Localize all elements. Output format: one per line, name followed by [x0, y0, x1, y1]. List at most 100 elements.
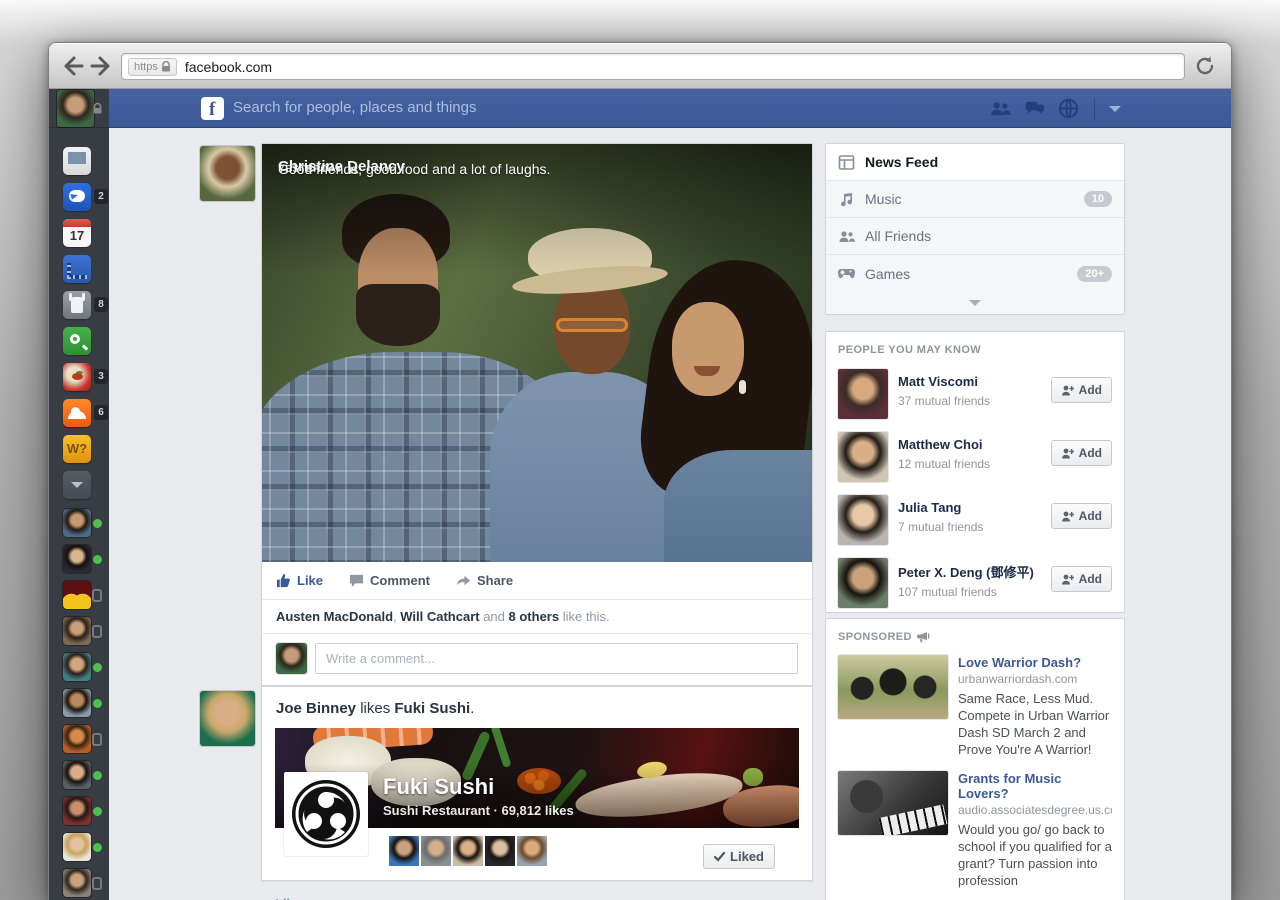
suggested-friend-avatar[interactable] — [838, 369, 888, 419]
sidebar-app-words[interactable]: W? — [49, 433, 109, 469]
sidebar-app-search[interactable] — [49, 325, 109, 361]
sidebar-app-music[interactable]: 8 — [49, 289, 109, 325]
sidebar-profile[interactable] — [49, 89, 109, 128]
ad-body: Would you go/ go back to school if you q… — [958, 821, 1112, 890]
page-friend-avatars — [389, 836, 547, 866]
contact-item[interactable] — [49, 866, 109, 900]
comment-input[interactable] — [315, 643, 798, 674]
suggested-friend-avatar[interactable] — [838, 432, 888, 482]
liker-name[interactable]: Will Cathcart — [400, 609, 479, 624]
search-icon — [63, 327, 91, 355]
friend-avatar[interactable] — [485, 836, 515, 866]
suggested-friend-name[interactable]: Peter X. Deng (鄧修平) — [898, 565, 1034, 580]
sidebar-app-events[interactable] — [49, 253, 109, 289]
facebook-logo[interactable]: f — [201, 97, 224, 120]
sponsored-card: SPONSORED Love Warrior Dash? urbanwarrio… — [825, 618, 1125, 900]
ad-title[interactable]: Love Warrior Dash? — [958, 655, 1112, 670]
ad-image[interactable] — [838, 655, 948, 719]
contact-item[interactable] — [49, 506, 109, 542]
add-friend-button[interactable]: Add — [1051, 440, 1112, 466]
sidebar-app-calendar[interactable]: 17 — [49, 217, 109, 253]
add-friend-button[interactable]: Add — [1051, 377, 1112, 403]
like-button[interactable]: Like — [276, 573, 323, 588]
contact-avatar — [63, 761, 91, 789]
messages-icon[interactable] — [1023, 97, 1046, 120]
friend-avatar[interactable] — [389, 836, 419, 866]
browser-window: https facebook.com 2 17 8 3 6 — [48, 42, 1232, 900]
contact-item[interactable] — [49, 686, 109, 722]
suggested-friend-avatar[interactable] — [838, 558, 888, 608]
suggested-friend-name[interactable]: Matthew Choi — [898, 437, 983, 452]
contact-item[interactable] — [49, 542, 109, 578]
share-button[interactable]: Share — [456, 573, 513, 588]
online-dot-icon — [93, 663, 102, 672]
search-input[interactable]: Search for people, places and things — [233, 99, 477, 116]
contact-avatar — [63, 509, 91, 537]
friend-avatar[interactable] — [453, 836, 483, 866]
nav-expand-button[interactable] — [826, 292, 1124, 314]
post-author-avatar[interactable] — [200, 146, 255, 201]
contact-item[interactable] — [49, 830, 109, 866]
sponsored-ad[interactable]: Grants for Music Lovers? audio.associate… — [838, 771, 1112, 890]
url-text: facebook.com — [185, 59, 272, 75]
nav-item-games[interactable]: Games 20+ — [826, 255, 1124, 292]
post-photo[interactable]: Christine Delancy Good friends, good foo… — [262, 144, 812, 562]
liker-name[interactable]: Austen MacDonald — [276, 609, 393, 624]
reload-button[interactable] — [1193, 54, 1217, 78]
https-badge: https — [128, 58, 177, 76]
app-dock: 2 17 8 3 6 W? — [49, 128, 109, 505]
forward-button[interactable] — [89, 54, 113, 78]
friend-avatar[interactable] — [421, 836, 451, 866]
sponsored-title: SPONSORED — [838, 631, 1112, 643]
comment-button[interactable]: Comment — [349, 573, 430, 588]
like-link-cropped[interactable]: Like — [275, 896, 301, 900]
friend-requests-icon[interactable] — [989, 97, 1012, 120]
mobile-icon — [92, 733, 102, 746]
games-count-badge: 20+ — [1077, 266, 1112, 282]
nav-item-news-feed[interactable]: News Feed — [826, 144, 1124, 181]
contact-item[interactable] — [49, 614, 109, 650]
sidebar-app-messenger[interactable]: 2 — [49, 181, 109, 217]
sidebar-app-more[interactable] — [49, 469, 109, 505]
liked-button[interactable]: Liked — [703, 844, 775, 869]
address-bar[interactable]: https facebook.com — [121, 53, 1185, 80]
contact-item[interactable] — [49, 758, 109, 794]
pymk-row: Julia Tang7 mutual friends Add — [838, 495, 1112, 545]
nav-item-music[interactable]: Music 10 — [826, 181, 1124, 218]
suggested-friend-name[interactable]: Julia Tang — [898, 500, 961, 515]
pymk-row: Peter X. Deng (鄧修平)107 mutual friends Ad… — [838, 558, 1112, 608]
post-author-avatar[interactable] — [200, 691, 255, 746]
online-dot-icon — [93, 699, 102, 708]
events-icon — [63, 255, 91, 283]
page-preview: Fuki Sushi Sushi Restaurant · 69,812 lik… — [275, 728, 799, 880]
contact-avatar — [63, 581, 91, 609]
add-friend-button[interactable]: Add — [1051, 566, 1112, 592]
nav-item-all-friends[interactable]: All Friends — [826, 218, 1124, 255]
back-button[interactable] — [61, 54, 85, 78]
user-avatar[interactable] — [57, 90, 94, 127]
ad-image[interactable] — [838, 771, 948, 835]
notifications-globe-icon[interactable] — [1057, 97, 1080, 120]
contact-item[interactable] — [49, 794, 109, 830]
contact-item[interactable] — [49, 722, 109, 758]
other-likers[interactable]: 8 others — [509, 609, 560, 624]
soundcloud-icon — [63, 399, 91, 427]
actor-name[interactable]: Joe Binney — [276, 700, 356, 717]
sidebar-app-soundcloud[interactable]: 6 — [49, 397, 109, 433]
page-link[interactable]: Fuki Sushi — [394, 700, 470, 717]
add-friend-button[interactable]: Add — [1051, 503, 1112, 529]
page-name[interactable]: Fuki Sushi — [383, 774, 574, 800]
suggested-friend-avatar[interactable] — [838, 495, 888, 545]
sponsored-ad[interactable]: Love Warrior Dash? urbanwarriordash.com … — [838, 655, 1112, 759]
friend-avatar[interactable] — [517, 836, 547, 866]
contact-avatar — [63, 725, 91, 753]
account-menu-caret-icon[interactable] — [1109, 106, 1121, 112]
contact-item[interactable] — [49, 578, 109, 614]
contact-item[interactable] — [49, 650, 109, 686]
page-profile-logo[interactable] — [284, 772, 368, 856]
ad-title[interactable]: Grants for Music Lovers? — [958, 771, 1112, 801]
ad-url: urbanwarriordash.com — [958, 672, 1112, 686]
sidebar-app-newsfeed[interactable] — [49, 145, 109, 181]
sidebar-app-food[interactable]: 3 — [49, 361, 109, 397]
suggested-friend-name[interactable]: Matt Viscomi — [898, 374, 978, 389]
